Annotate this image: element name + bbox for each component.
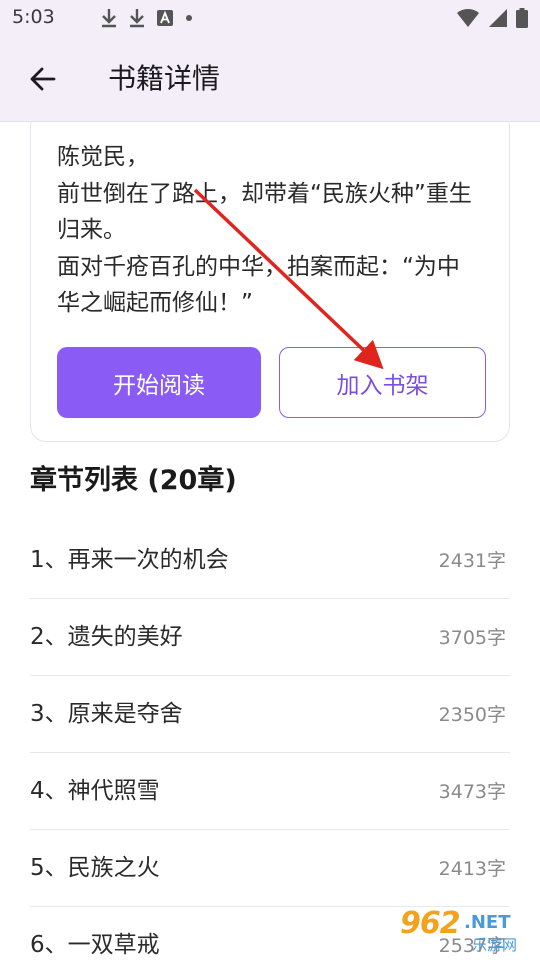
arrow-left-icon (30, 67, 56, 91)
chapter-list: 1、再来一次的机会 2431字 2、遗失的美好 3705字 3、原来是夺舍 23… (30, 522, 510, 960)
intro-line: 陈觉民， (57, 144, 149, 170)
book-intro: 陈觉民， 前世倒在了路上，却带着“民族火种”重生 归来。 面对千疮百孔的中华，拍… (57, 139, 493, 322)
download-icon (130, 9, 144, 28)
chapter-item[interactable]: 2、遗失的美好 3705字 (30, 599, 510, 676)
intro-line: 前世倒在了路上，却带着“民族火种”重生 (57, 180, 472, 207)
signal-icon (489, 9, 507, 27)
chapter-title: 6、一双草戒 (30, 932, 160, 958)
intro-line: 华之崛起而修仙！” (57, 290, 253, 316)
watermark-suffix: .NET (464, 912, 511, 933)
book-intro-card: 陈觉民， 前世倒在了路上，却带着“民族火种”重生 归来。 面对千疮百孔的中华，拍… (30, 122, 510, 442)
dot-icon (186, 15, 192, 21)
word-count: 2350字 (438, 704, 506, 726)
word-count: 2431字 (438, 550, 506, 572)
back-button[interactable] (22, 58, 64, 100)
status-time: 5:03 (12, 6, 55, 28)
chapter-list-heading: 章节列表 (20章) (30, 465, 237, 496)
download-icon (102, 9, 116, 28)
watermark-chinese: 乐游网 (472, 936, 518, 954)
chapter-title: 4、神代照雪 (30, 778, 160, 804)
chapter-title: 3、原来是夺舍 (30, 701, 183, 727)
chapter-item[interactable]: 1、再来一次的机会 2431字 (30, 522, 510, 599)
word-count: 2413字 (438, 858, 506, 880)
page-title: 书籍详情 (108, 62, 221, 95)
chapter-title: 2、遗失的美好 (30, 624, 183, 650)
chapter-title: 1、再来一次的机会 (30, 547, 229, 573)
add-to-shelf-button[interactable]: 加入书架 (279, 347, 486, 418)
chapter-item[interactable]: 3、原来是夺舍 2350字 (30, 676, 510, 753)
watermark-number: 962 (400, 906, 461, 941)
chapter-title: 5、民族之火 (30, 855, 160, 881)
start-reading-button[interactable]: 开始阅读 (57, 347, 261, 418)
chapter-item[interactable]: 5、民族之火 2413字 (30, 830, 510, 907)
intro-line: 归来。 (57, 217, 126, 243)
intro-line: 面对千疮百孔的中华，拍案而起：“为中 (57, 253, 460, 280)
battery-icon (516, 8, 528, 28)
content-area[interactable]: 陈觉民， 前世倒在了路上，却带着“民族火种”重生 归来。 面对千疮百孔的中华，拍… (0, 122, 540, 960)
status-bar: 5:03 (0, 0, 540, 36)
wifi-icon (457, 8, 479, 27)
system-icons (456, 6, 528, 30)
word-count: 3473字 (438, 781, 506, 803)
app-bar: 书籍详情 (0, 36, 540, 122)
notification-icons (100, 6, 194, 30)
chapter-item[interactable]: 4、神代照雪 3473字 (30, 753, 510, 830)
site-watermark-logo: 962 .NET 乐游网 (400, 906, 534, 956)
a-notification-icon (157, 10, 173, 26)
word-count: 3705字 (438, 627, 506, 649)
